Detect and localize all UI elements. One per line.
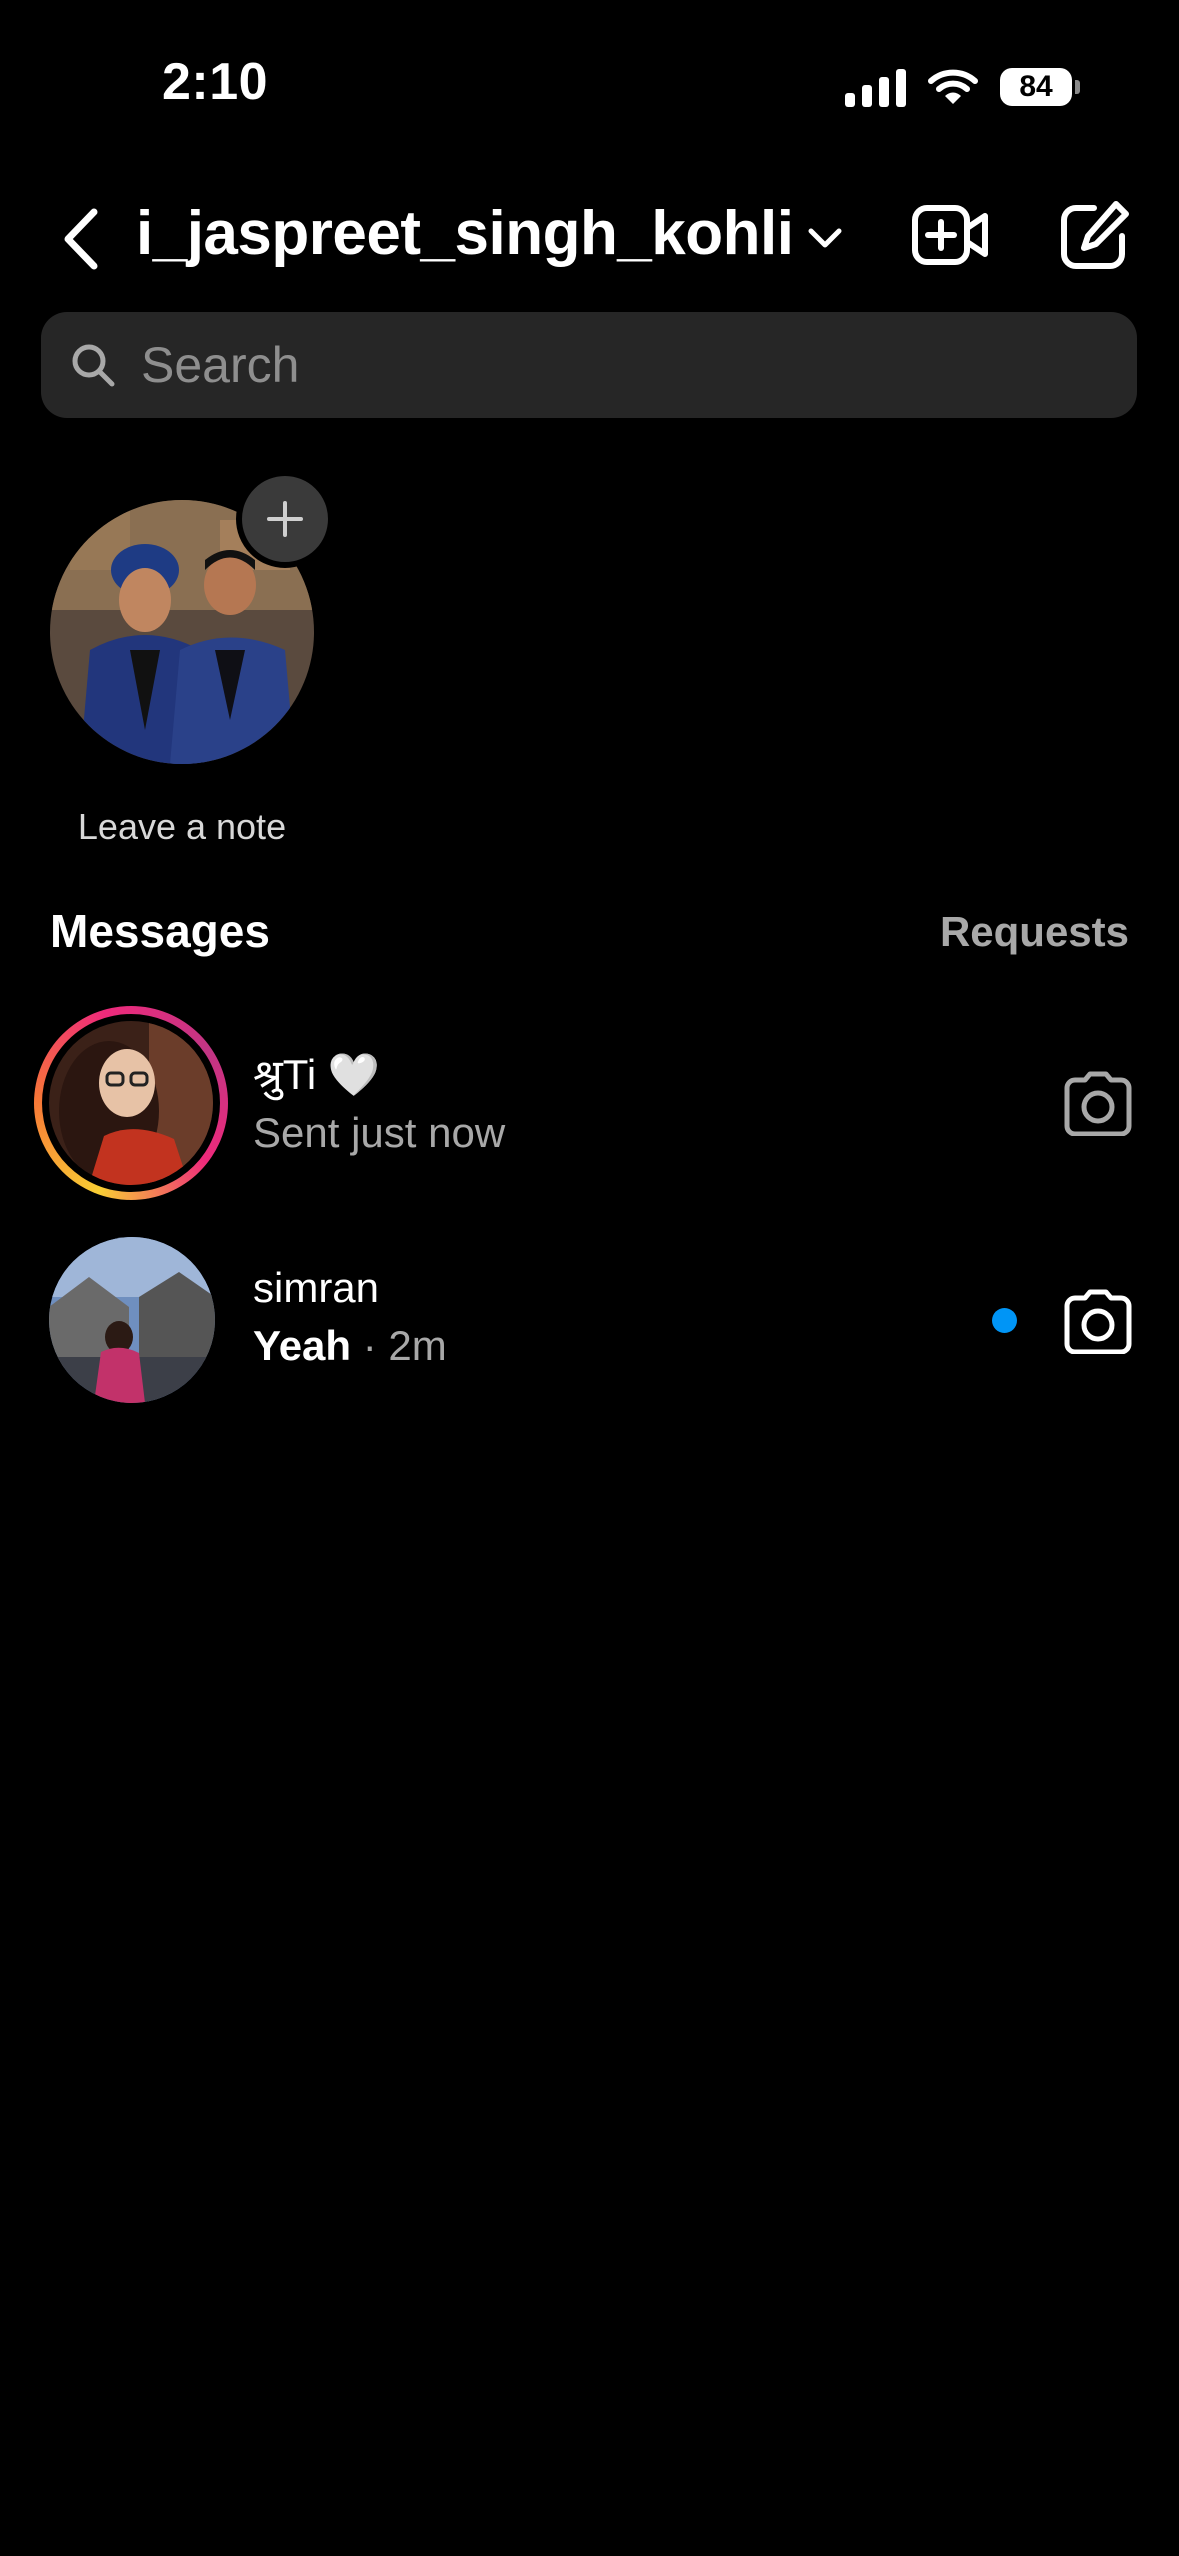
thread-row[interactable]: श्रुTi 🤍 Sent just now xyxy=(0,1003,1179,1203)
thread-subtitle: Sent just now xyxy=(253,1109,506,1156)
camera-icon[interactable] xyxy=(1063,1288,1133,1354)
back-chevron-icon[interactable] xyxy=(56,204,108,274)
plus-icon xyxy=(267,501,303,537)
camera-icon[interactable] xyxy=(1063,1070,1133,1136)
battery-indicator: 84 xyxy=(1000,68,1080,106)
story-ring[interactable] xyxy=(34,1006,228,1200)
account-switcher[interactable]: i_jaspreet_singh_kohli xyxy=(136,198,845,269)
status-icons: 84 xyxy=(845,64,1080,110)
compose-icon[interactable] xyxy=(1058,200,1130,272)
avatar xyxy=(49,1021,213,1185)
search-input[interactable] xyxy=(139,335,1137,395)
cellular-signal-icon xyxy=(845,67,906,107)
last-message-time: · 2m xyxy=(362,1322,447,1369)
search-bar[interactable] xyxy=(41,312,1137,418)
account-username: i_jaspreet_singh_kohli xyxy=(136,199,794,268)
thread-name: simran xyxy=(253,1264,380,1311)
status-time: 2:10 xyxy=(162,53,269,111)
video-call-icon[interactable] xyxy=(910,200,990,270)
requests-link[interactable]: Requests xyxy=(940,908,1129,956)
thread-row[interactable]: simran Yeah · 2m xyxy=(0,1222,1179,1422)
last-message-text: Yeah xyxy=(253,1322,352,1369)
unread-indicator xyxy=(992,1308,1017,1333)
messages-heading: Messages xyxy=(50,905,270,957)
chevron-down-icon xyxy=(808,228,842,247)
leave-note-label[interactable]: Leave a note xyxy=(0,806,364,848)
avatar xyxy=(49,1237,215,1403)
search-icon xyxy=(72,344,115,387)
wifi-icon xyxy=(928,69,978,104)
thread-name: श्रुTi 🤍 xyxy=(253,1051,381,1098)
thread-last-message: Yeah · 2m xyxy=(253,1322,447,1370)
add-note-button[interactable] xyxy=(236,470,334,568)
